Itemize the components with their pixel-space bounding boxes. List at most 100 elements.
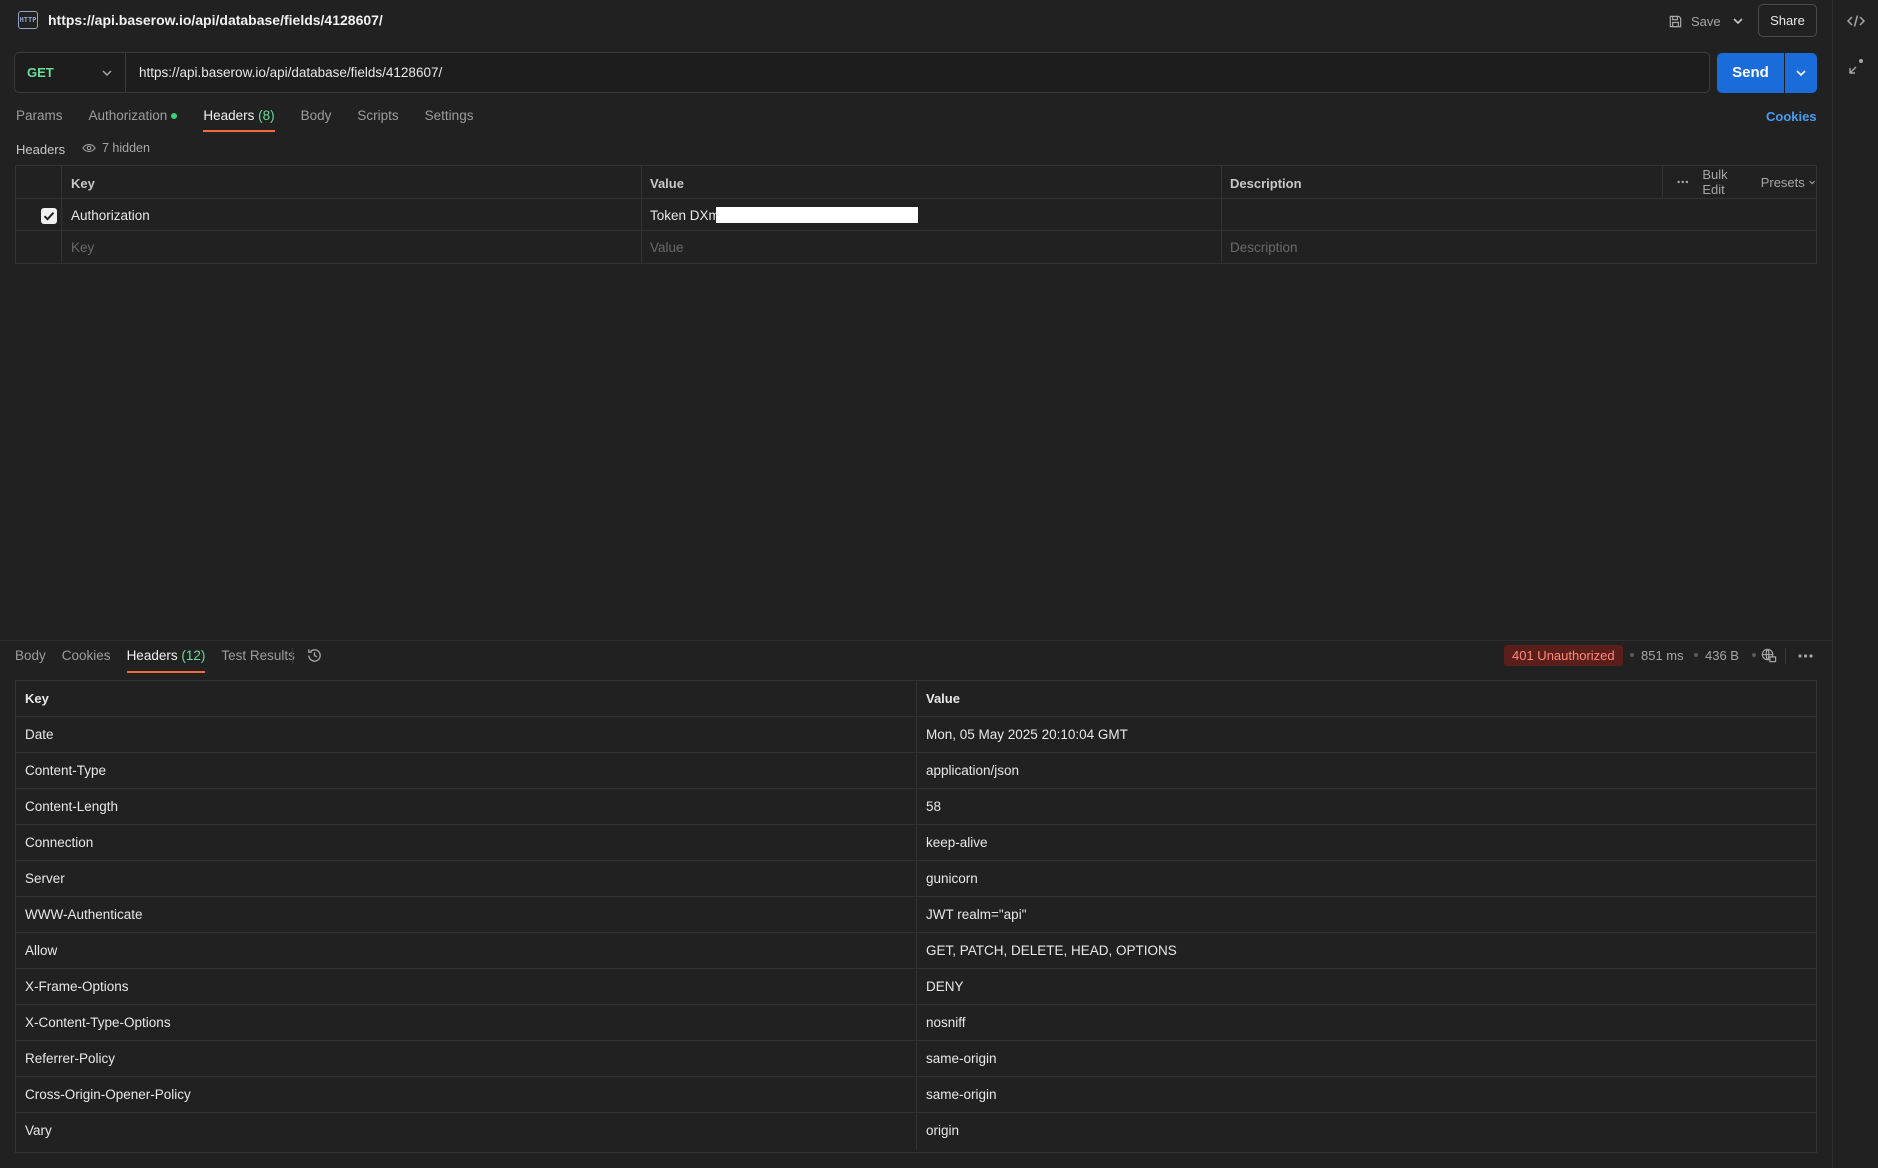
send-button[interactable]: Send xyxy=(1717,53,1784,93)
response-header-value: gunicorn xyxy=(926,871,978,886)
table-row: Cross-Origin-Opener-Policy same-origin xyxy=(16,1077,1816,1113)
response-size[interactable]: 436 B xyxy=(1705,648,1739,663)
col-key-header: Key xyxy=(25,691,49,706)
response-header-value: keep-alive xyxy=(926,835,988,850)
header-description-cell[interactable] xyxy=(1222,199,1816,230)
presets-button[interactable]: Presets xyxy=(1761,175,1805,190)
response-tabs: Body Cookies Headers (12) Test Results xyxy=(15,648,311,673)
tab-body-label: Body xyxy=(300,108,332,123)
url-input[interactable]: https://api.baserow.io/api/database/fiel… xyxy=(139,65,442,80)
url-divider xyxy=(125,53,126,92)
response-header-key: Content-Length xyxy=(25,799,119,814)
tab-params-label: Params xyxy=(16,108,63,123)
new-key-input: Key xyxy=(71,240,95,255)
url-bar: GET https://api.baserow.io/api/database/… xyxy=(14,52,1710,93)
chevron-down-icon[interactable] xyxy=(99,65,115,81)
more-options-icon[interactable] xyxy=(1677,180,1689,184)
save-button[interactable]: Save xyxy=(1668,10,1721,32)
actions-divider xyxy=(1662,166,1663,198)
new-value-input: Value xyxy=(650,240,684,255)
tab-scripts[interactable]: Scripts xyxy=(357,108,398,132)
table-actions: Bulk Edit Presets xyxy=(1662,166,1816,198)
response-header-value: 58 xyxy=(926,799,942,814)
tab-response-cookies[interactable]: Cookies xyxy=(62,648,111,673)
tab-response-headers[interactable]: Headers (12) xyxy=(126,648,205,673)
table-row: X-Content-Type-Options nosniff xyxy=(16,1005,1816,1041)
col-key-header: Key xyxy=(71,176,95,191)
tab-response-body[interactable]: Body xyxy=(15,648,46,673)
response-divider[interactable] xyxy=(0,640,1832,641)
history-icon[interactable] xyxy=(306,647,323,664)
tab-response-cookies-label: Cookies xyxy=(61,648,111,663)
right-sidebar xyxy=(1832,0,1878,1168)
response-header-value: nosniff xyxy=(926,1015,966,1030)
tab-test-results[interactable]: Test Results xyxy=(221,648,295,673)
tab-response-body-label: Body xyxy=(15,648,46,663)
method-select[interactable]: GET xyxy=(27,65,54,80)
status-badge[interactable]: 401 Unauthorized xyxy=(1504,645,1623,666)
response-header-value: DENY xyxy=(926,979,964,994)
response-time[interactable]: 851 ms xyxy=(1641,648,1684,663)
response-header-value: application/json xyxy=(926,763,1020,778)
response-headers-table: Key Value Date Mon, 05 May 2025 20:10:04 … xyxy=(15,680,1817,1153)
tab-authorization-label: Authorization xyxy=(88,108,168,123)
chevron-down-icon xyxy=(1809,180,1815,185)
share-button[interactable]: Share xyxy=(1758,4,1817,37)
table-row: Server gunicorn xyxy=(16,861,1816,897)
table-header-row: Key Value xyxy=(16,681,1816,717)
tab-scripts-label: Scripts xyxy=(357,108,399,123)
tab-response-headers-label: Headers xyxy=(126,648,178,663)
redaction-block xyxy=(716,207,918,223)
headers-section-label: Headers xyxy=(16,142,66,157)
tab-authorization[interactable]: Authorization xyxy=(89,108,178,132)
tab-params[interactable]: Params xyxy=(16,108,63,132)
response-header-value: same-origin xyxy=(926,1087,997,1102)
response-header-key: X-Content-Type-Options xyxy=(25,1015,171,1030)
response-header-key: Cross-Origin-Opener-Policy xyxy=(25,1087,191,1102)
table-header-row: Key Value Description Bulk Edit Presets xyxy=(16,166,1816,199)
response-header-key: Date xyxy=(25,727,54,742)
eye-icon xyxy=(82,143,96,153)
response-header-key: Allow xyxy=(25,943,58,958)
meta-separator xyxy=(1630,653,1634,657)
tab-body[interactable]: Body xyxy=(301,108,332,132)
col-value-header: Value xyxy=(650,176,684,191)
header-value-cell: Token DXm xyxy=(650,208,720,223)
response-header-value: same-origin xyxy=(926,1051,997,1066)
cookies-link[interactable]: Cookies xyxy=(1766,109,1817,124)
tab-headers-label: Headers xyxy=(203,108,255,123)
tab-headers-count: (8) xyxy=(258,108,275,123)
table-row: Date Mon, 05 May 2025 20:10:04 GMT xyxy=(16,717,1816,753)
response-header-value: GET, PATCH, DELETE, HEAD, OPTIONS xyxy=(926,943,1177,958)
bulk-edit-button[interactable]: Bulk Edit xyxy=(1702,167,1744,197)
tab-headers[interactable]: Headers (8) xyxy=(203,108,275,132)
response-header-key: Connection xyxy=(25,835,94,850)
header-key-cell: Authorization xyxy=(71,208,150,223)
save-response-icon[interactable] xyxy=(1760,647,1777,664)
response-header-key: Vary xyxy=(25,1123,52,1138)
send-options-button[interactable] xyxy=(1785,53,1817,93)
related-collections-icon[interactable] xyxy=(1846,57,1866,77)
table-row: X-Frame-Options DENY xyxy=(16,969,1816,1005)
auth-status-dot xyxy=(171,113,178,120)
response-header-value: JWT realm="api" xyxy=(926,907,1027,922)
tab-separator xyxy=(292,648,293,664)
response-header-value: Mon, 05 May 2025 20:10:04 GMT xyxy=(926,727,1128,742)
table-row-new: Key Value Description xyxy=(16,231,1816,263)
tab-settings[interactable]: Settings xyxy=(425,108,474,132)
row-enabled-checkbox[interactable] xyxy=(41,208,57,224)
request-title[interactable]: https://api.baserow.io/api/database/fiel… xyxy=(48,12,383,28)
table-row: Content-Type application/json xyxy=(16,753,1816,789)
table-row: Vary origin xyxy=(16,1113,1816,1149)
save-options-chevron-icon[interactable] xyxy=(1728,12,1748,30)
meta-separator xyxy=(1752,653,1756,657)
table-row: Allow GET, PATCH, DELETE, HEAD, OPTIONS xyxy=(16,933,1816,969)
request-tabs: Params Authorization Headers (8) Body Sc… xyxy=(16,108,499,132)
response-header-key: WWW-Authenticate xyxy=(25,907,143,922)
hidden-headers-toggle[interactable]: 7 hidden xyxy=(82,141,150,155)
code-icon[interactable] xyxy=(1846,11,1866,31)
response-header-key: Server xyxy=(25,871,65,886)
more-options-icon[interactable] xyxy=(1798,654,1813,658)
hidden-headers-count: 7 hidden xyxy=(102,141,150,155)
chevron-down-icon xyxy=(1796,70,1806,77)
